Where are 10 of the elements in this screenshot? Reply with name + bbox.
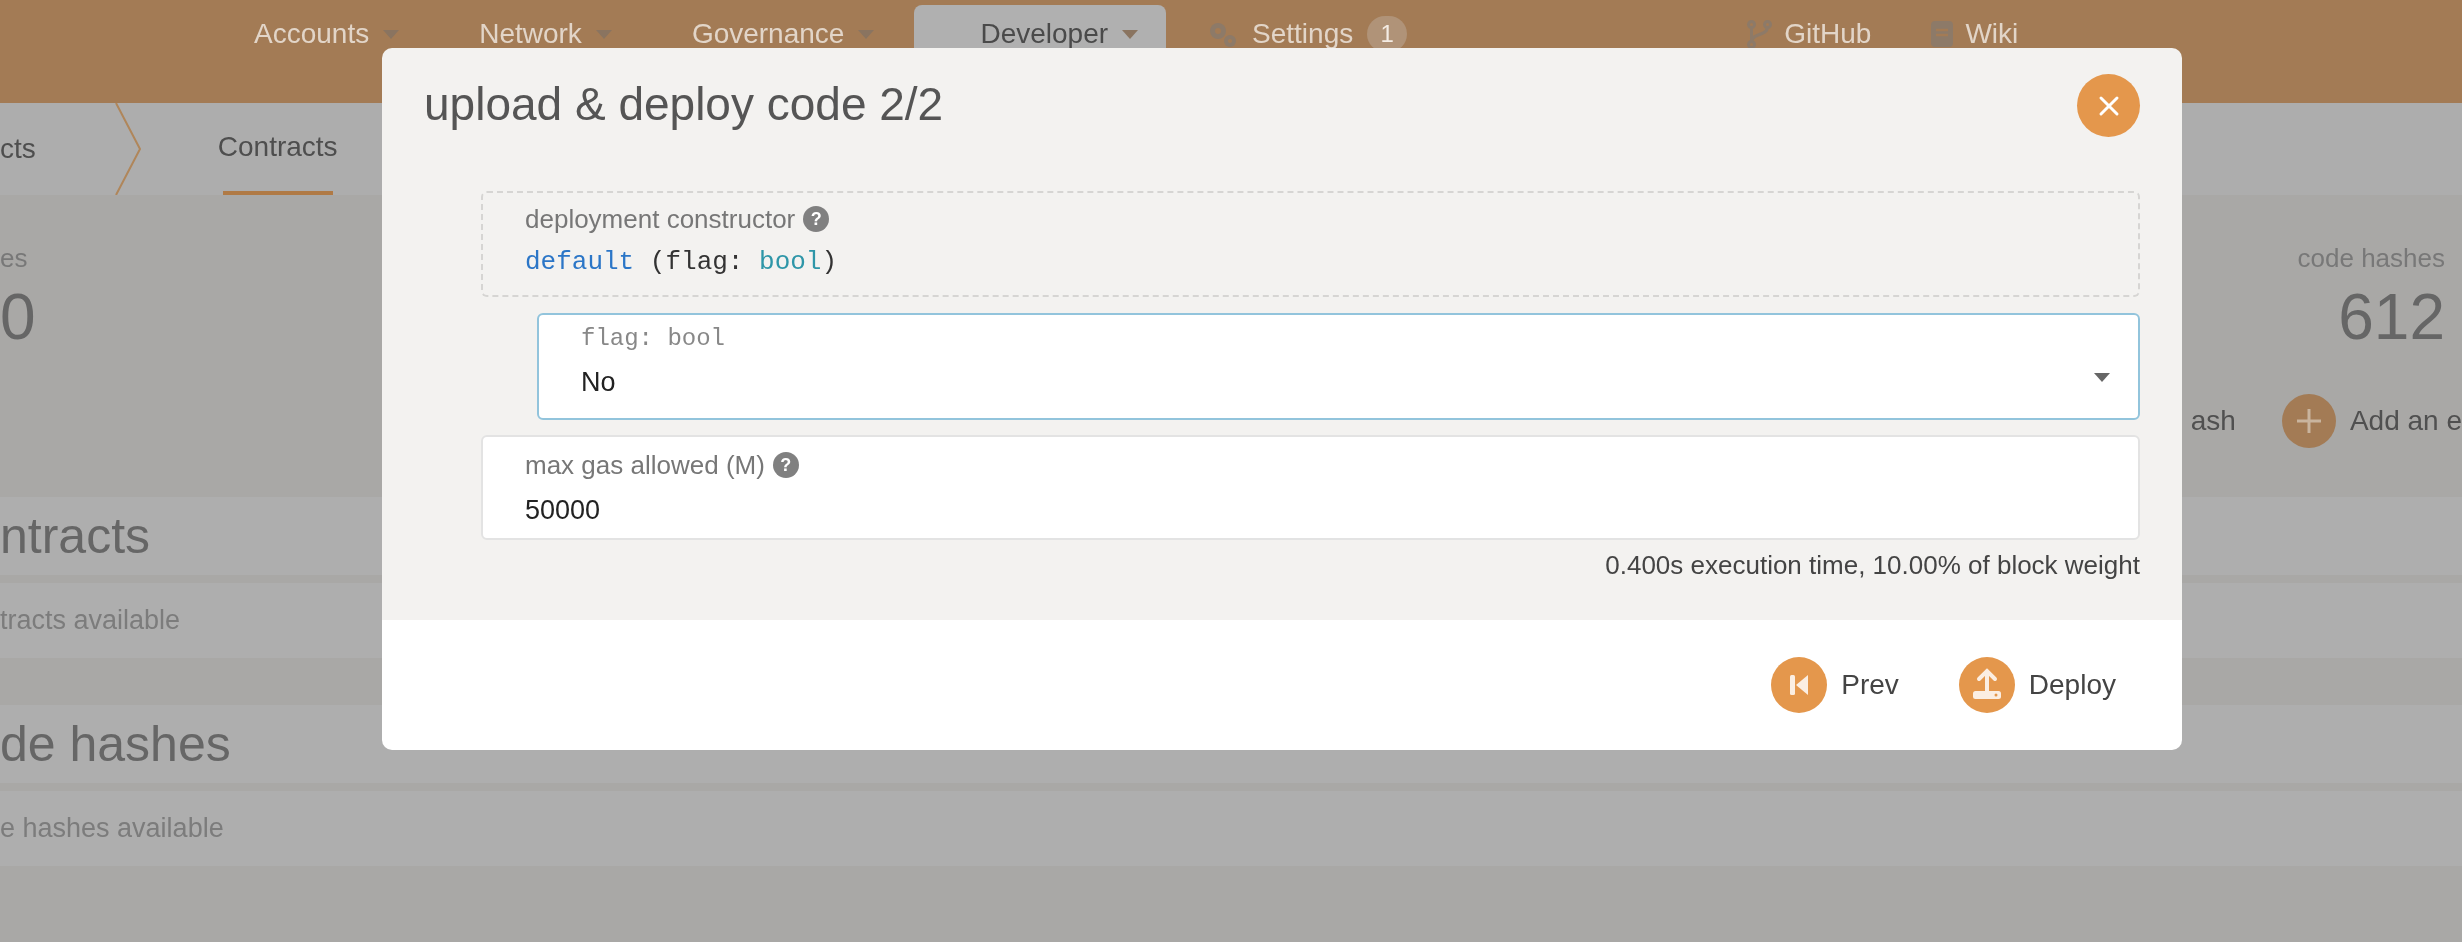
modal-title: upload & deploy code 2/2 [424,77,944,132]
weight-note: 0.400s execution time, 10.00% of block weight [1604,550,2140,581]
field-label: max gas allowed (M) [525,449,765,481]
section-title: de hashes [0,715,231,773]
constructor-signature: default (flag: bool) [525,247,839,277]
section-title: ntracts [0,507,151,565]
field-value: 50000 [525,495,602,526]
stat-value: 612 [2338,280,2445,354]
field-label: deployment constructor [525,203,796,235]
stat-value: 0 [0,280,36,354]
